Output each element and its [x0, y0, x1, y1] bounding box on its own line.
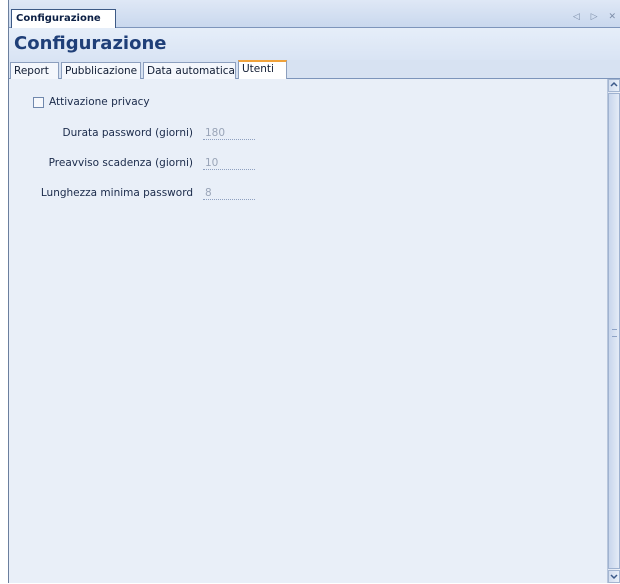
tab-utenti[interactable]: Utenti	[238, 60, 287, 80]
grip-icon	[612, 329, 617, 337]
tab-navigation-icons[interactable]: ◁ ▷ ✕	[573, 12, 620, 22]
preavviso-scadenza-input[interactable]	[203, 156, 255, 170]
document-tab-strip: Configurazione ◁ ▷ ✕	[9, 0, 620, 28]
durata-password-input[interactable]	[203, 126, 255, 140]
durata-password-label: Durata password (giorni)	[62, 127, 193, 139]
preavviso-scadenza-label: Preavviso scadenza (giorni)	[48, 157, 193, 169]
tab-report[interactable]: Report	[10, 62, 59, 79]
lunghezza-minima-input[interactable]	[203, 186, 255, 200]
lunghezza-minima-label: Lunghezza minima password	[40, 187, 193, 199]
document-tab[interactable]: Configurazione	[11, 9, 116, 28]
chevron-down-icon[interactable]	[608, 570, 620, 583]
page-title: Configurazione	[14, 33, 167, 54]
chevron-up-icon[interactable]	[608, 79, 620, 92]
content-panel: Attivazione privacy Durata password (gio…	[9, 79, 607, 583]
tab-data-automatica[interactable]: Data automatica	[143, 62, 236, 79]
privacy-checkbox[interactable]	[33, 97, 44, 108]
tab-row: Report Pubblicazione Data automatica Ute…	[9, 60, 620, 80]
privacy-checkbox-label: Attivazione privacy	[49, 96, 150, 108]
title-bar: Configurazione	[9, 28, 620, 60]
scroll-thumb[interactable]	[608, 93, 620, 569]
vertical-scrollbar[interactable]	[607, 79, 620, 583]
tab-pubblicazione[interactable]: Pubblicazione	[61, 62, 141, 79]
